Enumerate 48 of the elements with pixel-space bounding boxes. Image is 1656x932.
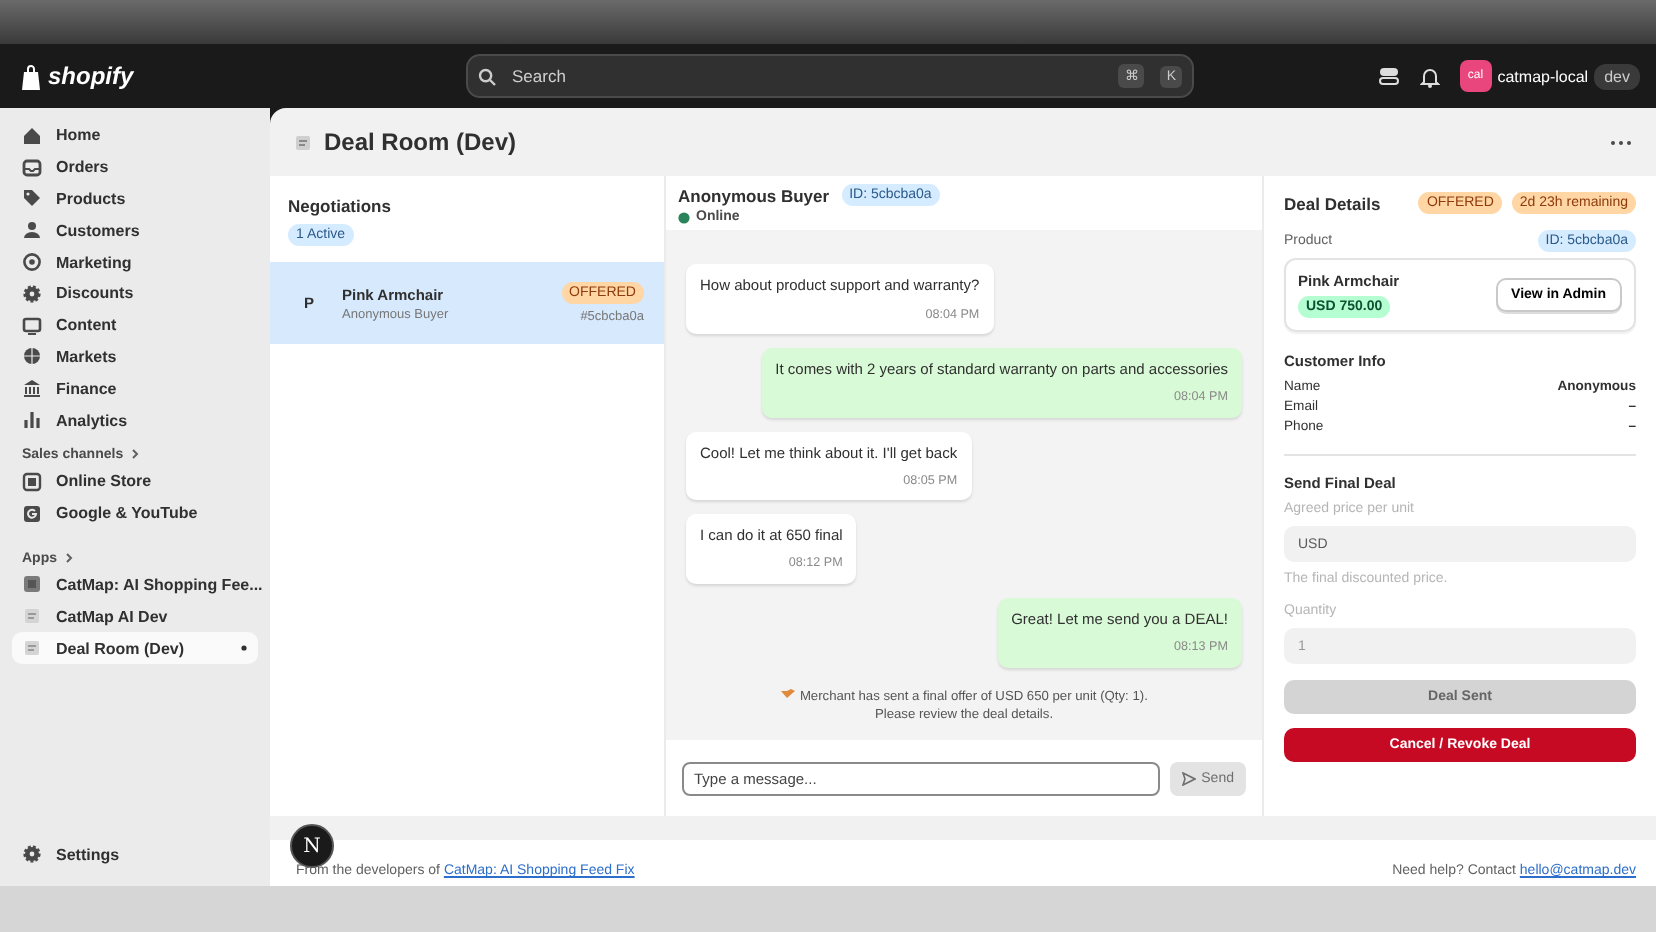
brand-logo[interactable]: shopify: [48, 62, 134, 90]
bag-logo-icon: [20, 63, 42, 89]
store-name[interactable]: catmap-local: [1497, 67, 1589, 85]
nav-item[interactable]: CatMap: AI Shopping Fee...: [12, 569, 258, 601]
page-icon: [294, 133, 312, 151]
tray-icon: [22, 157, 42, 178]
nav-item[interactable]: Online Store: [12, 465, 258, 498]
nav-item[interactable]: Markets: [12, 341, 258, 373]
globe-icon: [22, 346, 42, 367]
person-icon: [22, 220, 42, 241]
buyer-name: Anonymous Buyer: [678, 185, 830, 205]
nav-item[interactable]: CatMap AI Dev: [12, 600, 258, 633]
house-icon: [22, 125, 42, 146]
storefront-icon: [22, 471, 42, 492]
nav-item[interactable]: Google & YouTube: [12, 497, 258, 530]
target-icon: [22, 252, 42, 273]
app-tile-icon: [22, 574, 42, 595]
nav-item[interactable]: Home: [12, 120, 258, 152]
page-title: Deal Room (Dev): [324, 128, 519, 156]
nav-item[interactable]: Discounts: [12, 277, 258, 310]
more-icon: [1610, 139, 1632, 145]
gear-icon: [22, 283, 42, 304]
store-badge: dev: [1594, 63, 1640, 89]
chevron-right-icon: [129, 448, 140, 461]
nav-item[interactable]: Content: [12, 309, 258, 342]
search-icon: [478, 67, 496, 85]
bell-icon: [1419, 65, 1440, 87]
panel-title: Negotiations: [288, 196, 393, 216]
app-tile-icon: [22, 638, 42, 659]
bar-chart-icon: [22, 410, 42, 431]
nav-item[interactable]: Deal Room (Dev): [12, 632, 258, 664]
bank-icon: [22, 378, 42, 399]
nav-item[interactable]: Finance: [12, 372, 258, 405]
nav-item[interactable]: Orders: [12, 151, 258, 184]
search-field[interactable]: Search: [508, 64, 1103, 88]
chevron-right-icon: [63, 552, 73, 565]
nav-item[interactable]: Settings: [12, 838, 258, 870]
gear-icon: [22, 844, 42, 865]
nav-item[interactable]: Analytics: [12, 404, 258, 436]
panel-title: Deal Details: [1284, 193, 1383, 213]
nav-item[interactable]: Marketing: [12, 246, 258, 278]
tag-icon: [22, 188, 42, 209]
pin-dot-icon: [240, 644, 248, 653]
logo-square-icon: [22, 503, 42, 524]
nav-item[interactable]: Products: [12, 183, 258, 215]
app-tile-icon: [22, 606, 42, 627]
nav-item[interactable]: Customers: [12, 214, 258, 247]
send-icon: [1181, 771, 1196, 785]
